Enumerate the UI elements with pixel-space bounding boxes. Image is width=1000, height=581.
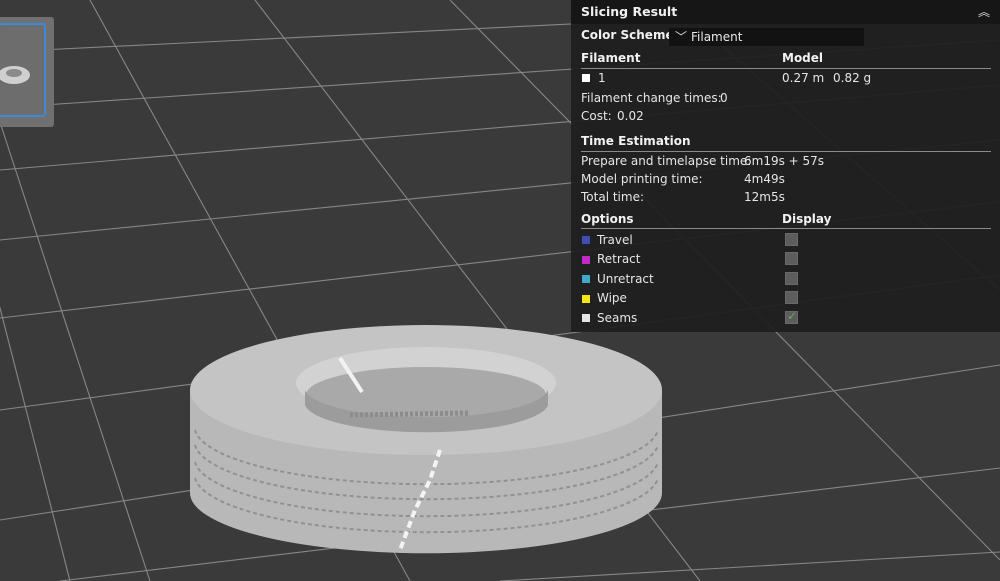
wipe-color-swatch [582,295,590,303]
option-label-travel: Travel [597,233,633,247]
time-estimation-header: Time Estimation [581,134,691,148]
color-scheme-label: Color Scheme [581,28,674,42]
divider [581,228,991,229]
plate-thumbnail[interactable] [0,17,54,127]
retract-display-checkbox[interactable] [785,252,798,265]
time-value: 6m19s + 57s [744,154,825,168]
panel-header: Slicing Result ︽ [571,0,1000,24]
filament-length: 0.27 m [782,71,825,85]
unretract-display-checkbox[interactable] [785,272,798,285]
filament-weight: 0.82 g [833,71,872,85]
color-scheme-dropdown[interactable]: ﹀ Filament [669,28,864,46]
option-label-seams: Seams [597,311,638,325]
travel-display-checkbox[interactable] [785,233,798,246]
unretract-color-swatch [582,275,590,283]
cost-label: Cost: [581,109,612,123]
time-label: Total time: [581,190,644,204]
display-header: Display [782,212,832,226]
chevron-down-icon: ﹀ [675,30,688,44]
plate-thumbnail-selected[interactable] [0,23,46,117]
retract-color-swatch [582,256,590,264]
filament-header: Filament [581,51,641,65]
slicing-result-panel: Slicing Result ︽ Color Scheme ﹀ Filament… [571,0,1000,332]
time-label: Prepare and timelapse time: [581,154,752,168]
filament-change-label: Filament change times: [581,91,722,105]
divider [581,68,991,69]
color-scheme-value: Filament [691,30,743,44]
time-label: Model printing time: [581,172,703,186]
model-ring[interactable] [190,325,662,554]
time-value: 12m5s [744,190,785,204]
option-label-unretract: Unretract [597,272,654,286]
filament-id: 1 [598,71,606,85]
model-header: Model [782,51,824,65]
cost-value: 0.02 [617,109,644,123]
panel-title: Slicing Result [581,4,678,19]
collapse-icon[interactable]: ︽ [978,3,990,20]
options-header: Options [581,212,634,226]
wipe-display-checkbox[interactable] [785,291,798,304]
seams-color-swatch [582,314,590,322]
filament-color-swatch [582,74,590,82]
travel-color-swatch [582,236,590,244]
checkmark-icon: ✓ [787,309,798,323]
time-value: 4m49s [744,172,785,186]
divider [581,151,991,152]
filament-change-value: 0 [720,91,728,105]
option-label-retract: Retract [597,252,641,266]
option-label-wipe: Wipe [597,291,627,305]
plate-thumbnail-preview [0,66,30,84]
seams-display-checkbox[interactable]: ✓ [785,309,798,324]
